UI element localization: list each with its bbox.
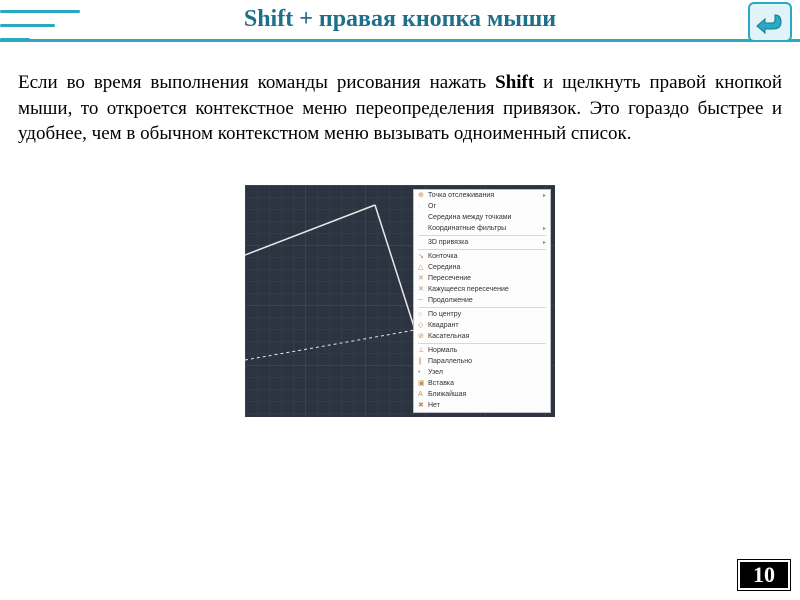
menu-item: ⊥Нормаль [414,345,550,356]
menu-item: ∥Параллельно [414,356,550,367]
menu-item: •Узел [414,367,550,378]
back-button[interactable] [748,2,792,42]
menu-item: △Середина [414,262,550,273]
menu-item: ◇Квадрант [414,320,550,331]
menu-item: ⊕Точка отслеживания [414,190,550,201]
menu-item: 3D привязка [414,237,550,248]
menu-item: ○По центру [414,309,550,320]
menu-item: ✕Пересечение [414,273,550,284]
menu-item: Середина между точками [414,212,550,223]
menu-item: ✕Кажущееся пересечение [414,284,550,295]
menu-item: ⊘Касательная [414,331,550,342]
body-paragraph: Если во время выполнения команды рисован… [0,42,800,147]
menu-item: AБлижайшая [414,389,550,400]
menu-item: ↘Конточка [414,251,550,262]
screenshot-illustration: ⊕Точка отслеживания ·Ог Середина между т… [245,185,555,417]
paragraph-bold: Shift [495,72,534,93]
back-arrow-icon [755,9,785,35]
menu-item: ─Продолжение [414,295,550,306]
menu-item: ·Ог [414,201,550,212]
slide-title: Shift + правая кнопка мыши [0,6,800,33]
menu-item: Координатные фильтры [414,223,550,234]
page-number: 10 [738,560,790,590]
paragraph-pre: Если во время выполнения команды рисован… [18,72,495,93]
menu-item: ✖Нет [414,400,550,411]
context-menu[interactable]: ⊕Точка отслеживания ·Ог Середина между т… [413,189,551,413]
menu-item: ▣Вставка [414,378,550,389]
slide-header: Shift + правая кнопка мыши [0,0,800,37]
